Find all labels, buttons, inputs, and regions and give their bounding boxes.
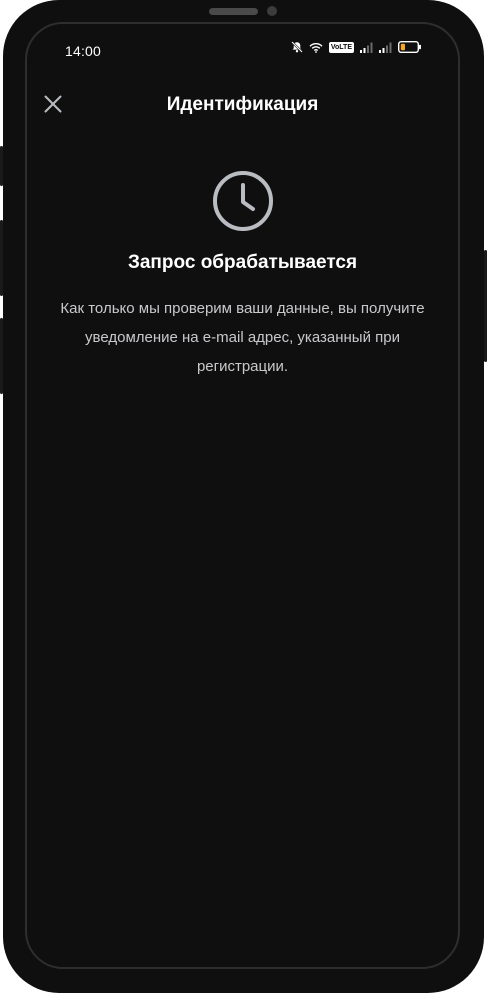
phone-speaker — [209, 8, 258, 15]
status-content: Запрос обрабатывается Как только мы пров… — [27, 169, 458, 381]
status-heading: Запрос обрабатывается — [127, 252, 358, 273]
wifi-icon — [309, 42, 323, 53]
page-title: Идентификация — [166, 94, 319, 115]
device-mockup: 14:00 VoLTE Идентификация Запрос обрабат… — [0, 0, 487, 993]
status-icons: VoLTE — [291, 41, 422, 53]
status-time: 14:00 — [65, 43, 102, 59]
battery-icon — [398, 41, 422, 53]
status-description: Как только мы проверим ваши данные, вы п… — [60, 300, 425, 375]
signal-icon — [379, 42, 392, 53]
app-header: Идентификация — [27, 84, 458, 128]
status-bar: 14:00 VoLTE — [27, 24, 458, 74]
bell-muted-icon — [291, 41, 303, 53]
signal-icon — [360, 42, 373, 53]
clock-icon — [211, 169, 275, 233]
phone-frame: 14:00 VoLTE Идентификация Запрос обрабат… — [3, 0, 484, 993]
phone-screen: 14:00 VoLTE Идентификация Запрос обрабат… — [25, 22, 460, 969]
volte-icon: VoLTE — [328, 41, 354, 53]
phone-camera — [267, 6, 277, 16]
